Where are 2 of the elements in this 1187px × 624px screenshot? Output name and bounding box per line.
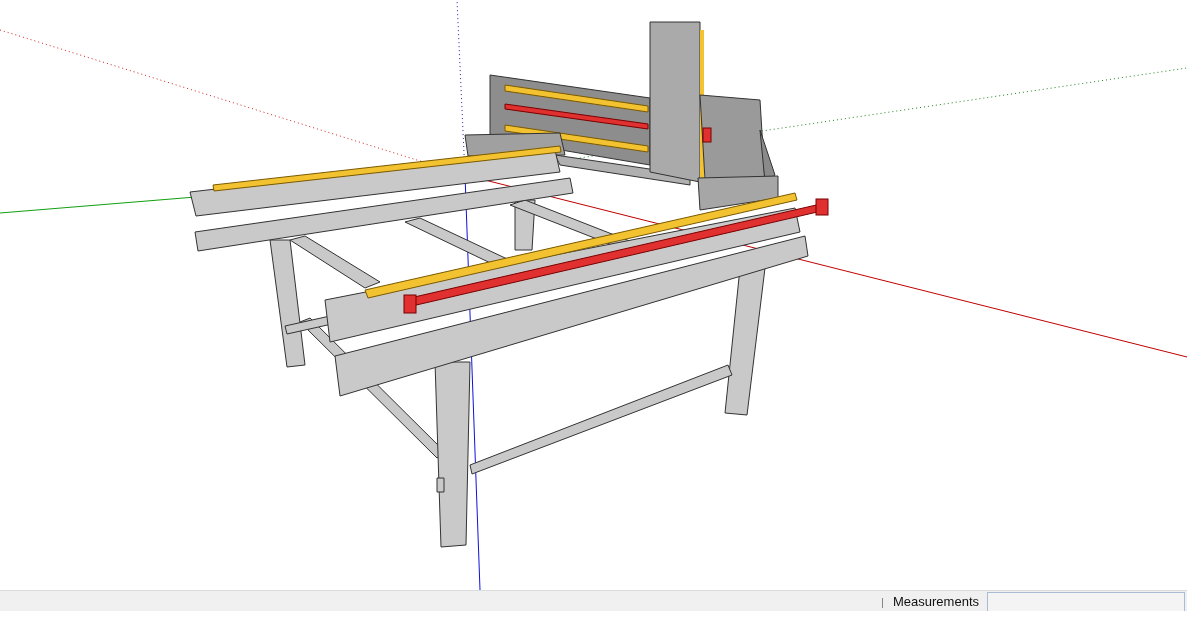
measurements-field[interactable] (987, 592, 1185, 611)
measurements-label: Measurements (893, 594, 980, 611)
